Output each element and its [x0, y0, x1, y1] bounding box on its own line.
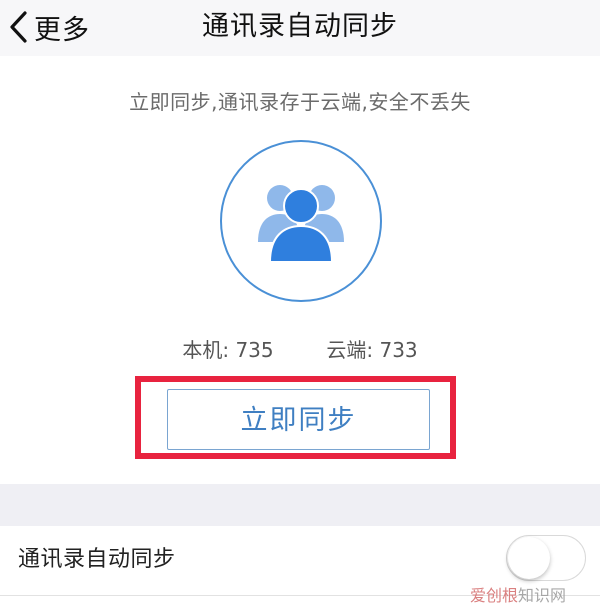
chevron-left-icon [8, 10, 28, 44]
navigation-bar: 更多 通讯录自动同步 [0, 0, 600, 56]
sync-now-button[interactable]: 立即同步 [167, 389, 430, 450]
auto-sync-toggle[interactable] [506, 535, 586, 581]
contacts-avatar [220, 140, 382, 302]
local-count-value: 735 [235, 338, 274, 362]
watermark-part2: 知识网 [518, 586, 567, 605]
page-title: 通讯录自动同步 [202, 11, 398, 42]
screen: 更多 通讯录自动同步 立即同步,通讯录存于云端,安全不丢失 本机: 735 云端… [0, 0, 600, 611]
watermark: 爱创根知识网 [470, 582, 566, 606]
back-label: 更多 [34, 14, 90, 46]
section-separator [0, 484, 600, 526]
cloud-count-label: 云端: [326, 338, 374, 362]
auto-sync-row[interactable]: 通讯录自动同步 [0, 526, 600, 588]
back-button[interactable]: 更多 [8, 6, 90, 48]
auto-sync-label: 通讯录自动同步 [18, 547, 176, 572]
sync-subtitle: 立即同步,通讯录存于云端,安全不丢失 [129, 90, 471, 114]
toggle-knob [508, 537, 550, 579]
sync-panel: 立即同步,通讯录存于云端,安全不丢失 本机: 735 云端: 733 立即同步 [0, 56, 600, 484]
local-count-label: 本机: [182, 338, 230, 362]
contact-counts: 本机: 735 云端: 733 [0, 334, 600, 363]
watermark-part1: 爱创根 [470, 586, 519, 605]
cloud-count-value: 733 [379, 338, 418, 362]
